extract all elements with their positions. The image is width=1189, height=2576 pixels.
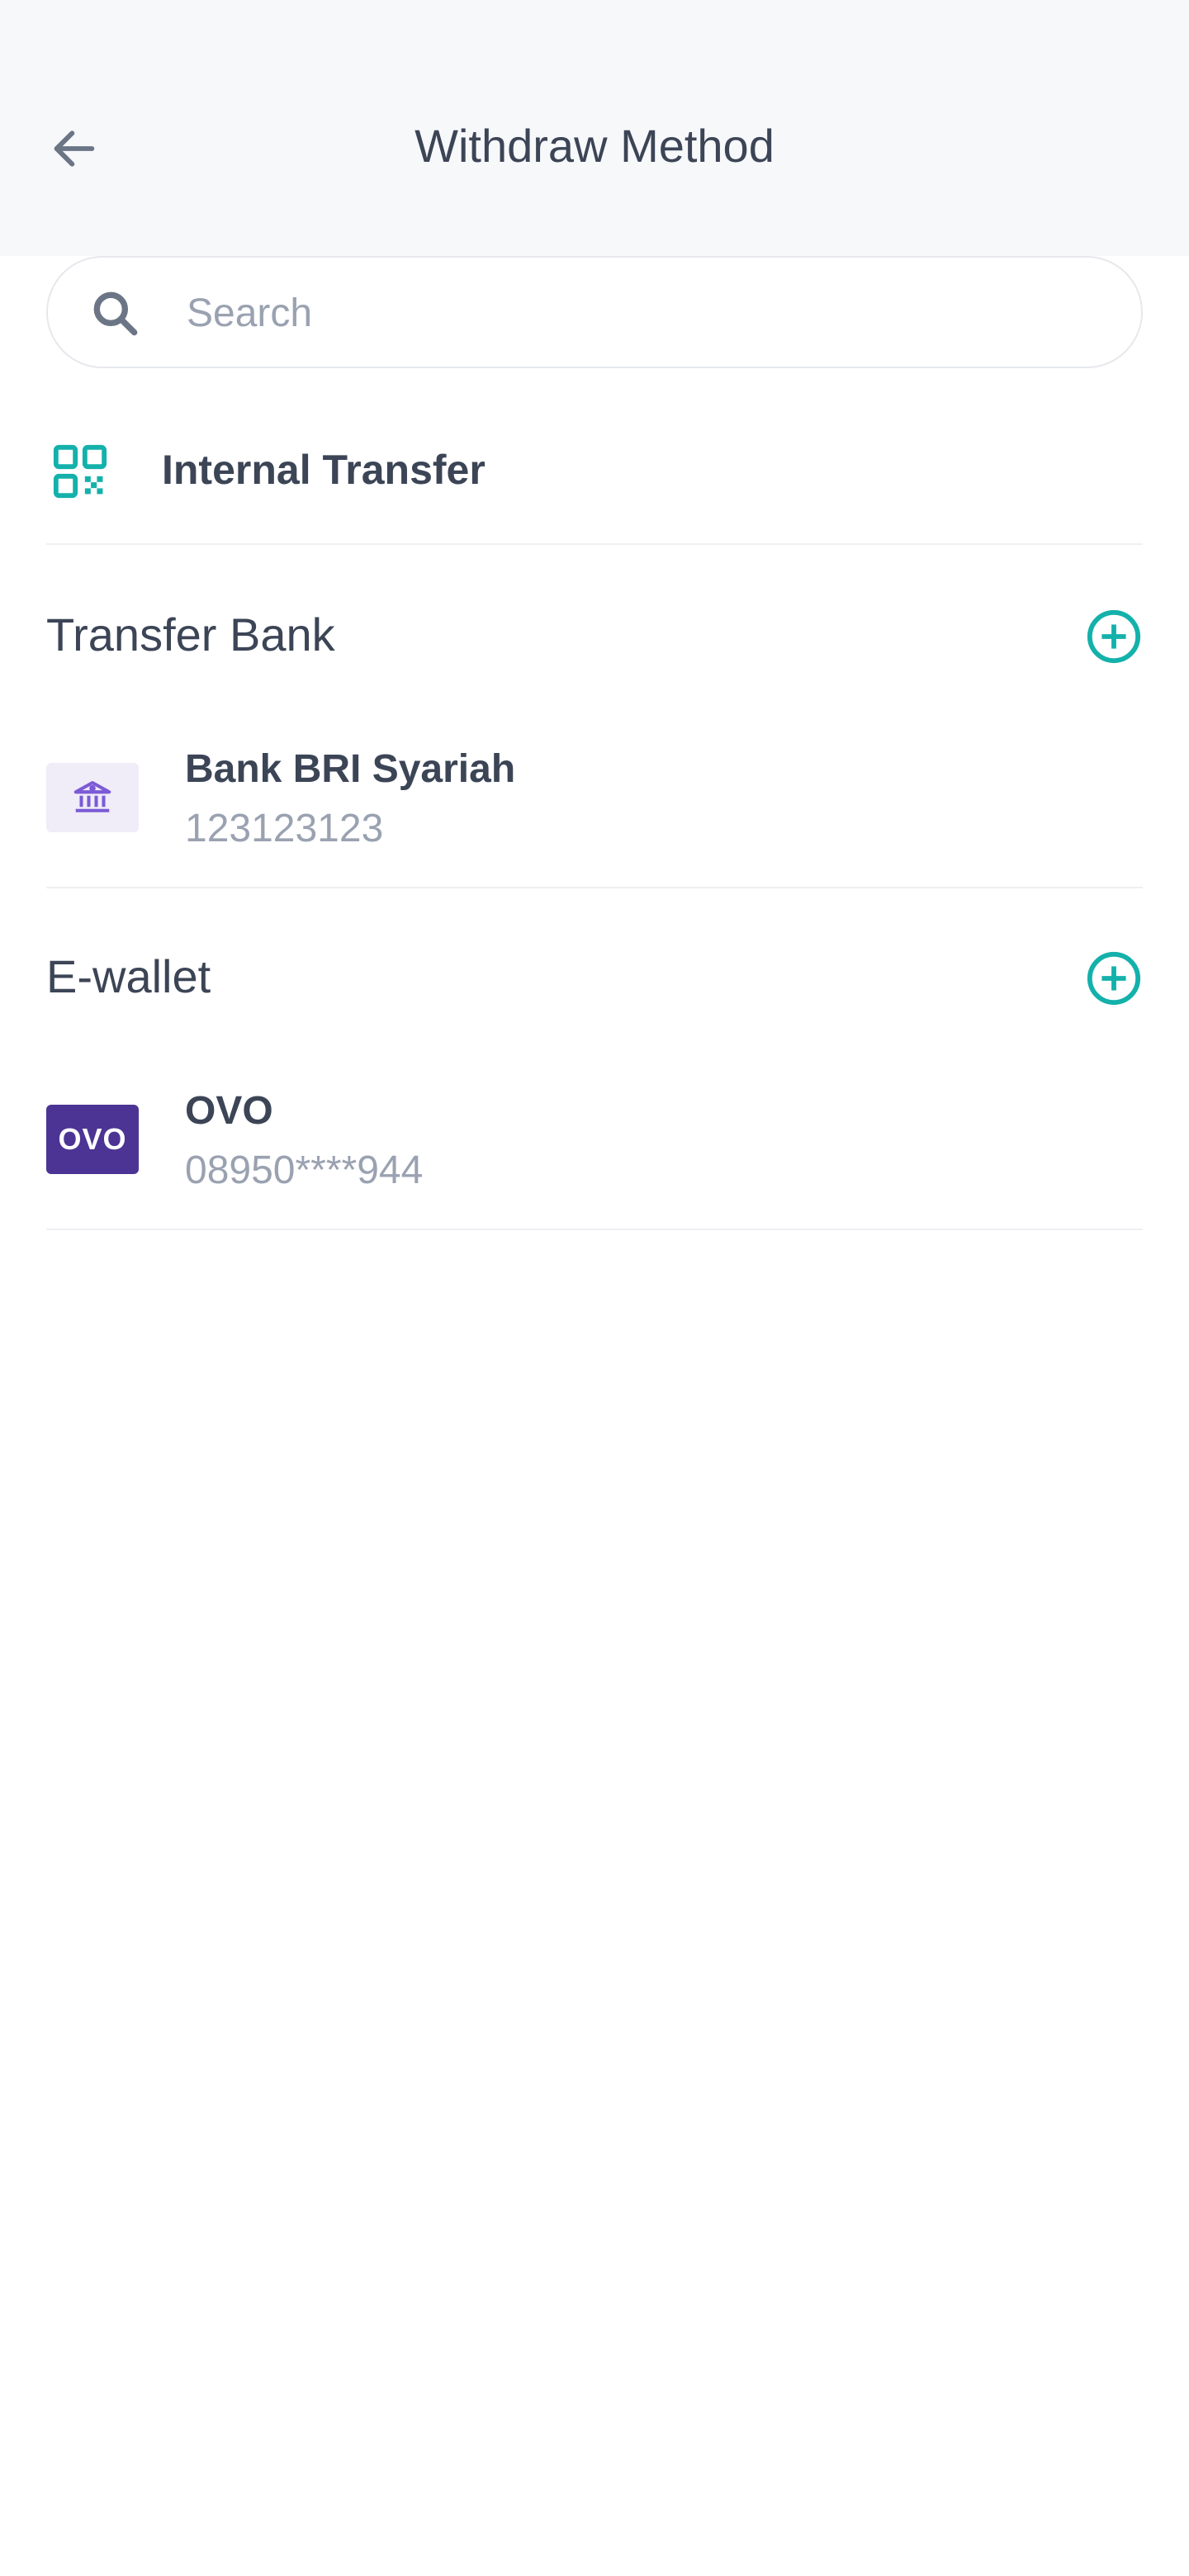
ewallet-number: 08950****944 xyxy=(185,1148,424,1192)
bank-name: Bank BRI Syariah xyxy=(185,747,516,791)
ewallet-title: E-wallet xyxy=(46,950,211,1002)
qr-code-icon xyxy=(53,444,107,499)
ewallet-account-row[interactable]: OVO OVO 08950****944 xyxy=(46,1065,1143,1230)
bank-icon xyxy=(73,780,111,812)
ewallet-section: E-wallet OVO OVO 08950****944 xyxy=(46,949,1143,1230)
page-title: Withdraw Method xyxy=(414,120,775,172)
internal-transfer-row[interactable]: Internal Transfer xyxy=(46,413,1143,545)
app-header: Withdraw Method xyxy=(0,91,1189,206)
add-bank-button[interactable] xyxy=(1085,608,1143,665)
internal-transfer-label: Internal Transfer xyxy=(162,447,486,493)
bank-account-row[interactable]: Bank BRI Syariah 123123123 xyxy=(46,723,1143,888)
ewallet-name: OVO xyxy=(185,1089,273,1133)
search-icon xyxy=(93,291,138,336)
search-bar[interactable] xyxy=(46,256,1143,368)
add-ewallet-button[interactable] xyxy=(1085,949,1143,1007)
transfer-bank-section: Transfer Bank Bank BRI Syariah 123123123 xyxy=(46,608,1143,888)
ovo-logo-text: OVO xyxy=(58,1122,127,1156)
transfer-bank-title: Transfer Bank xyxy=(46,608,335,661)
ovo-logo: OVO xyxy=(46,1105,139,1174)
search-input[interactable] xyxy=(185,274,1097,352)
bank-account-number: 123123123 xyxy=(185,807,384,850)
bank-logo xyxy=(46,763,139,832)
